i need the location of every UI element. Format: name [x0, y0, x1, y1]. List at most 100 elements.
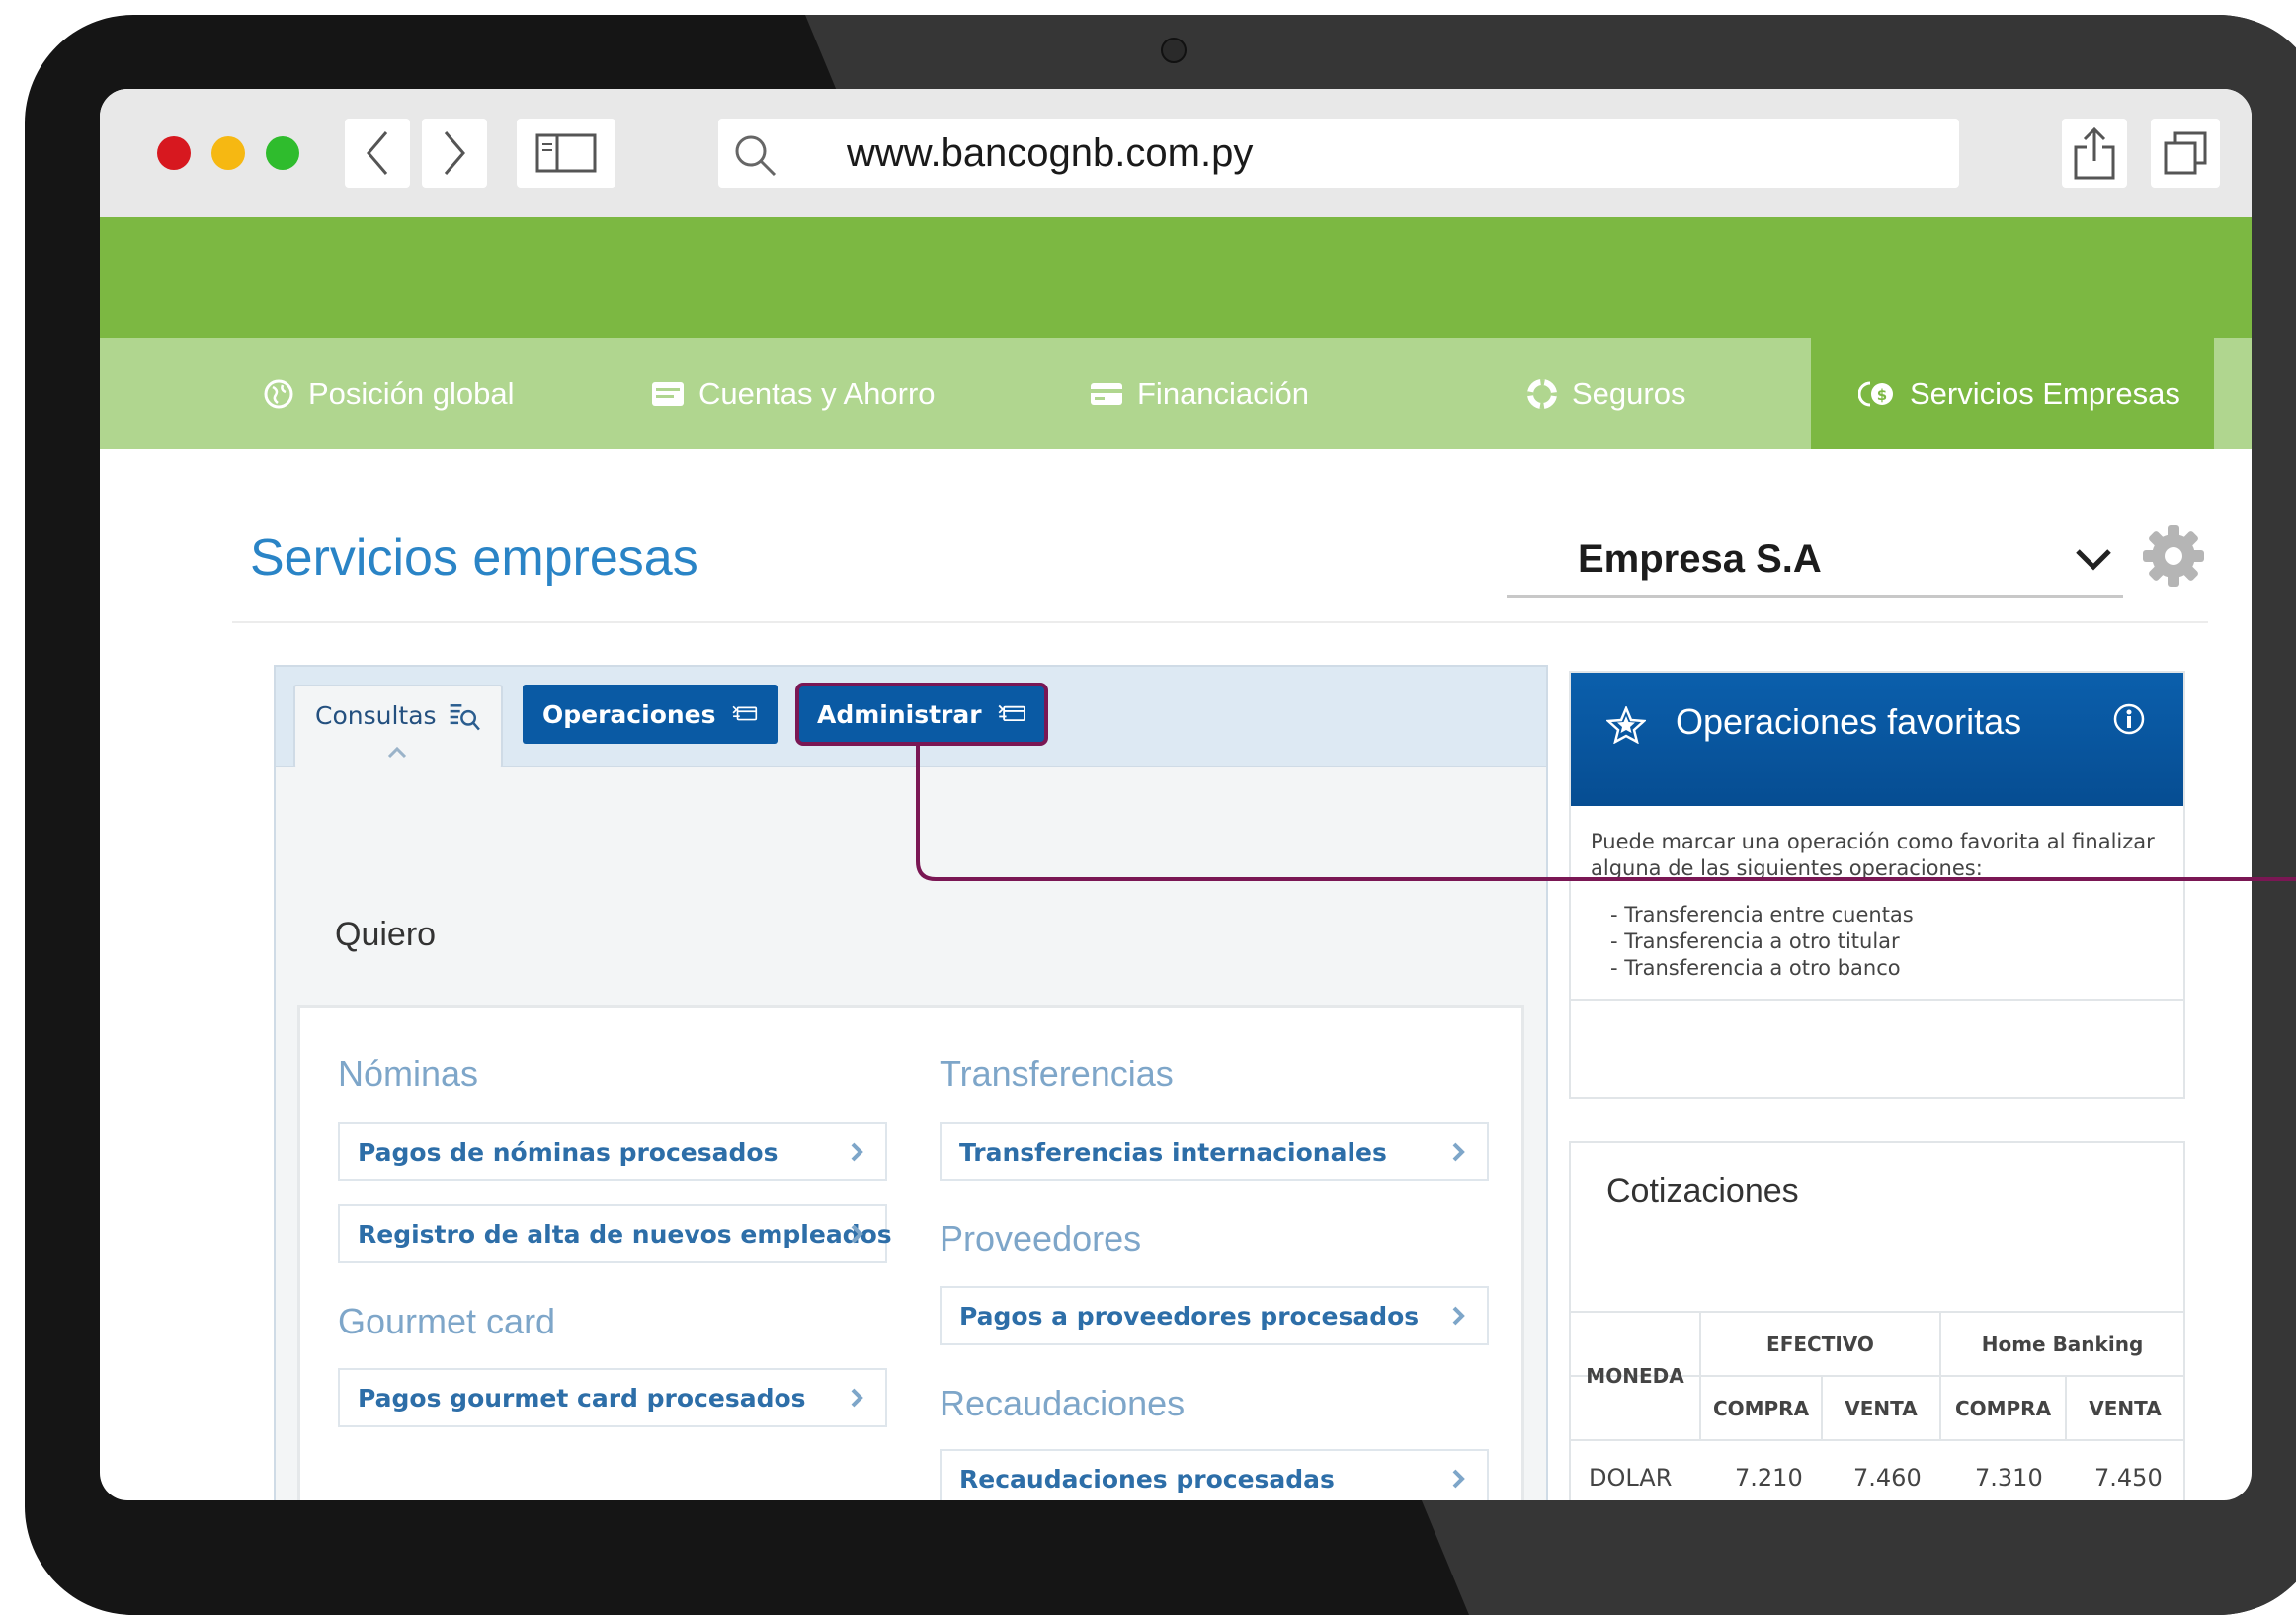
link-label: Registro de alta de nuevos empleados	[358, 1219, 892, 1249]
section-title-proveedores: Proveedores	[940, 1218, 1142, 1258]
sidebar-toggle-button[interactable]	[517, 119, 615, 188]
globe-icon	[264, 379, 293, 408]
svg-text:$: $	[1877, 386, 1887, 404]
nav-label: Cuentas y Ahorro	[698, 375, 936, 411]
panel-body: Quiero Nóminas Pagos de nóminas procesad…	[276, 766, 1546, 1500]
link-pagos-gourmet[interactable]: Pagos gourmet card procesados	[338, 1368, 887, 1427]
favorites-list: - Transferencia entre cuentas - Transfer…	[1610, 902, 1914, 982]
address-bar[interactable]: www.bancognb.com.py	[718, 119, 1959, 188]
gear-icon[interactable]	[2141, 524, 2206, 589]
nav-label: Servicios Empresas	[1910, 375, 2180, 411]
header-compra: COMPRA	[1712, 1396, 1810, 1420]
cell-efectivo-compra: 7.210	[1735, 1464, 1803, 1492]
header-compra: COMPRA	[1954, 1396, 2052, 1420]
cell-efectivo-venta: 7.460	[1853, 1464, 1922, 1492]
link-label: Recaudaciones procesadas	[959, 1464, 1335, 1494]
nav-item-seguros[interactable]: Seguros	[1526, 338, 1685, 449]
close-window-dot[interactable]	[157, 136, 191, 170]
cell-hb-compra: 7.310	[1975, 1464, 2043, 1492]
company-select[interactable]: Empresa S.A	[1507, 524, 2123, 598]
favorites-item: - Transferencia a otro titular	[1610, 929, 1900, 953]
tabs-icon	[2164, 131, 2207, 175]
tab-label: Administrar	[817, 699, 982, 729]
link-pagos-nominas[interactable]: Pagos de nóminas procesados	[338, 1122, 887, 1181]
favorites-card: Operaciones favoritas Puede marcar una o…	[1569, 671, 2185, 1099]
url-text: www.bancognb.com.py	[847, 131, 1254, 175]
nav-label: Financiación	[1137, 375, 1310, 411]
link-transferencias-internacionales[interactable]: Transferencias internacionales	[940, 1122, 1489, 1181]
link-recaudaciones[interactable]: Recaudaciones procesadas	[940, 1449, 1489, 1500]
tab-label: Consultas	[315, 701, 437, 730]
section-title-transferencias: Transferencias	[940, 1053, 1174, 1093]
maximize-window-dot[interactable]	[266, 136, 299, 170]
site-header-bar	[100, 217, 2252, 338]
table-border	[1571, 1439, 2183, 1441]
main-navigation: Posición global Cuentas y Ahorro Financi…	[100, 338, 2252, 449]
tabs-button[interactable]	[2151, 119, 2220, 188]
chevron-right-icon	[1452, 1142, 1465, 1162]
document-search-icon	[450, 704, 480, 731]
section-title-nominas: Nóminas	[338, 1053, 479, 1093]
chevron-right-icon	[851, 1142, 863, 1162]
favorites-header: Operaciones favoritas	[1571, 673, 2183, 806]
nav-label: Seguros	[1572, 375, 1686, 411]
header-efectivo: EFECTIVO	[1766, 1332, 1874, 1356]
star-icon	[1606, 706, 1646, 744]
nav-item-servicios-empresas[interactable]: $ Servicios Empresas	[1858, 338, 2180, 449]
section-title-gourmet: Gourmet card	[338, 1301, 556, 1341]
share-button[interactable]	[2062, 119, 2127, 188]
camera-icon	[1161, 38, 1187, 63]
nav-item-posicion-global[interactable]: Posición global	[263, 338, 515, 449]
info-icon[interactable]	[2112, 702, 2146, 736]
link-label: Transferencias internacionales	[959, 1137, 1387, 1167]
chevron-right-icon	[851, 1224, 863, 1244]
transfer-icon	[998, 704, 1025, 722]
transfer-icon	[732, 705, 757, 721]
header-venta: VENTA	[2089, 1396, 2162, 1420]
tab-administrar[interactable]: Administrar	[795, 683, 1048, 746]
cell-moneda: DOLAR	[1589, 1464, 1673, 1492]
favorites-title: Operaciones favoritas	[1676, 701, 2022, 742]
chevron-right-icon	[1452, 1306, 1465, 1326]
cell-hb-venta: 7.450	[2094, 1464, 2163, 1492]
tab-operaciones[interactable]: Operaciones	[523, 685, 778, 744]
services-panel: Quiero Nóminas Pagos de nóminas procesad…	[274, 665, 1548, 1500]
forward-button[interactable]	[422, 119, 487, 188]
company-selected-value: Empresa S.A	[1578, 537, 1822, 581]
link-pagos-proveedores[interactable]: Pagos a proveedores procesados	[940, 1286, 1489, 1345]
nav-item-cuentas-ahorro[interactable]: Cuentas y Ahorro	[651, 338, 936, 449]
page-title: Servicios empresas	[250, 529, 698, 587]
header-venta: VENTA	[1845, 1396, 1918, 1420]
link-label: Pagos a proveedores procesados	[959, 1301, 1420, 1331]
coins-icon: $	[1858, 381, 1893, 406]
lifebuoy-icon	[1527, 378, 1557, 409]
exchange-rates-card: Cotizaciones MONEDA EFECTIVO Home Bankin…	[1569, 1141, 2185, 1500]
sidebar-icon	[535, 133, 597, 173]
search-icon	[735, 135, 777, 177]
chevron-right-icon	[444, 131, 465, 175]
card-icon	[1091, 382, 1122, 405]
minimize-window-dot[interactable]	[211, 136, 245, 170]
header-home-banking: Home Banking	[1981, 1332, 2144, 1356]
chevron-down-icon	[2076, 549, 2111, 571]
chevron-right-icon	[1452, 1469, 1465, 1489]
favorites-item: - Transferencia a otro banco	[1610, 956, 1901, 980]
tab-consultas[interactable]: Consultas	[293, 685, 503, 767]
section-title-recaudaciones: Recaudaciones	[940, 1383, 1186, 1423]
quiero-heading: Quiero	[335, 916, 437, 953]
link-label: Pagos gourmet card procesados	[358, 1383, 806, 1413]
share-icon	[2074, 126, 2115, 180]
chevron-right-icon	[851, 1388, 863, 1408]
exchange-rates-title: Cotizaciones	[1606, 1172, 1799, 1210]
chevron-left-icon	[367, 131, 388, 175]
operations-list: Nóminas Pagos de nóminas procesados Regi…	[297, 1005, 1524, 1500]
nav-item-financiacion[interactable]: Financiación	[1090, 338, 1309, 449]
favorites-divider	[1571, 999, 2183, 1001]
link-registro-alta[interactable]: Registro de alta de nuevos empleados	[338, 1204, 892, 1263]
back-button[interactable]	[345, 119, 410, 188]
favorites-description: Puede marcar una operación como favorita…	[1591, 830, 2155, 880]
title-divider	[232, 621, 2208, 623]
header-moneda: MONEDA	[1586, 1364, 1684, 1388]
browser-toolbar: www.bancognb.com.py	[100, 89, 2252, 217]
tab-label: Operaciones	[542, 699, 716, 729]
